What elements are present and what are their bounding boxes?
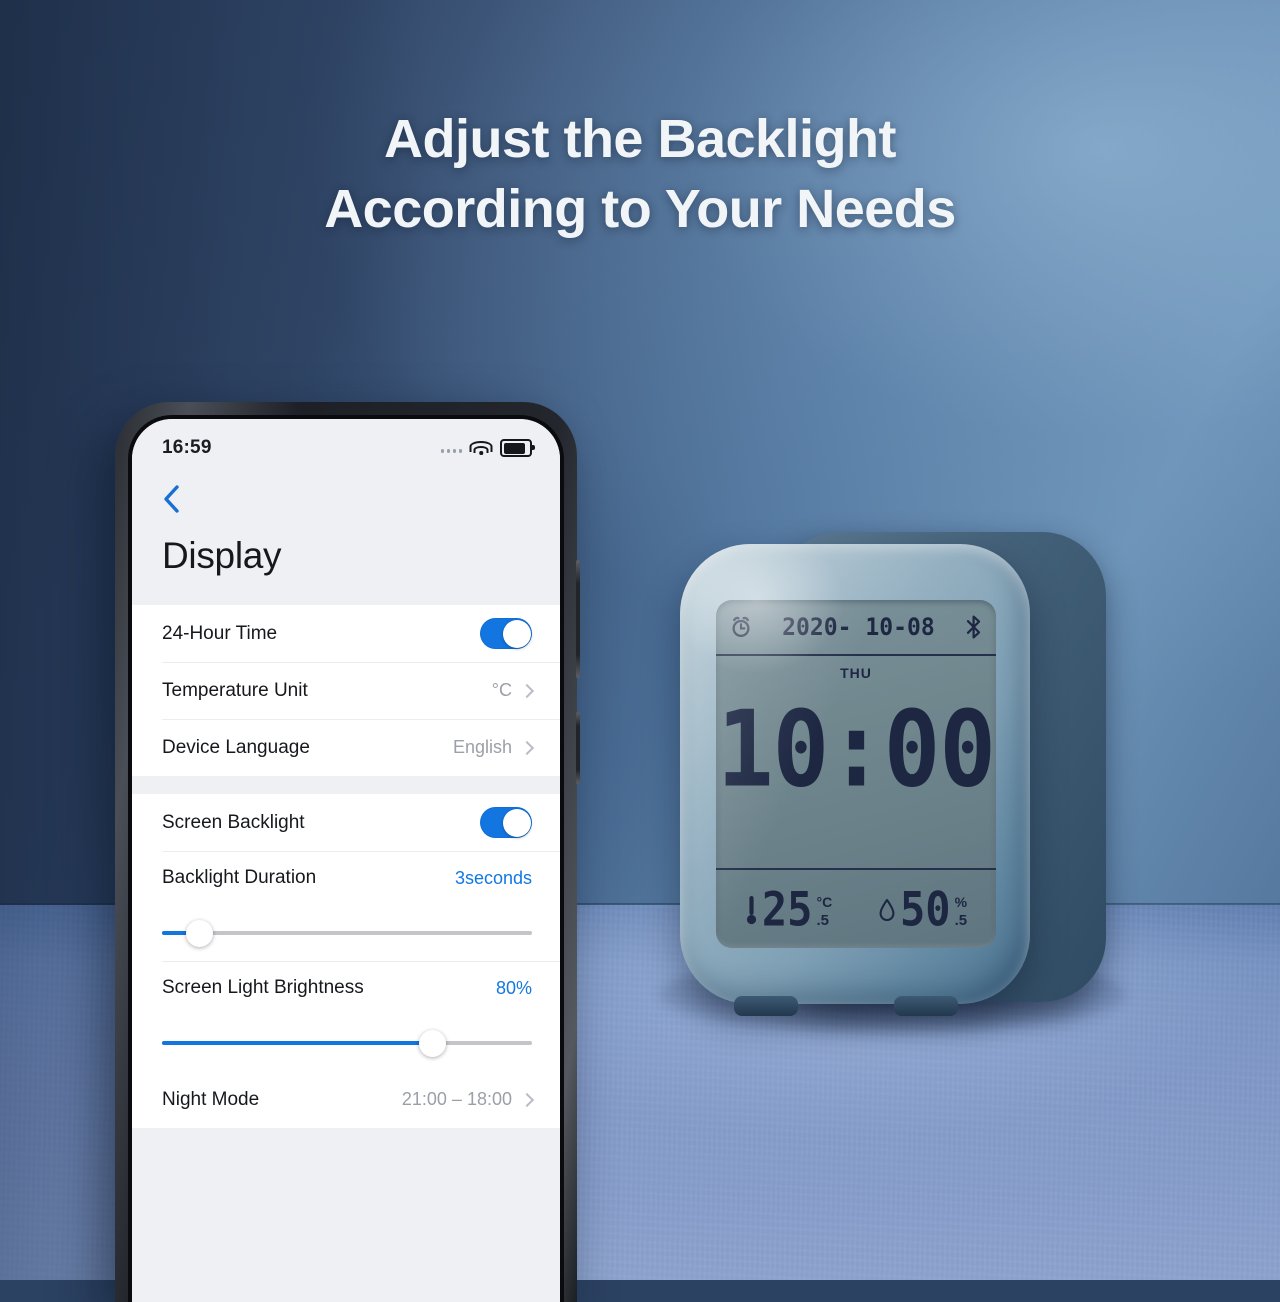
row-value: 80%	[495, 977, 532, 998]
row-label: Screen Light Brightness	[162, 977, 364, 998]
lcd-time: 10:00	[717, 689, 996, 812]
row-24-hour-time[interactable]: 24-Hour Time	[132, 605, 560, 662]
row-screen-backlight[interactable]: Screen Backlight	[132, 794, 560, 851]
phone-device: 16:59 Display 24-Hour Time Temperature U…	[115, 402, 580, 1302]
slider-header: Backlight Duration 3seconds	[162, 851, 532, 905]
water-drop-icon	[878, 897, 896, 923]
status-bar: 16:59	[132, 419, 560, 471]
row-control: 21:00 – 18:00	[401, 1089, 535, 1110]
lcd-top-row: 2020- 10-08	[716, 600, 996, 656]
slider-track	[162, 919, 532, 947]
row-label: 24-Hour Time	[162, 622, 278, 644]
slider-knob[interactable]	[418, 1029, 446, 1057]
phone-volume-button[interactable]	[576, 560, 580, 678]
humidity-readout: 50 % .5	[878, 882, 968, 937]
battery-full-icon	[500, 439, 535, 457]
status-bar-icons	[440, 439, 535, 457]
smart-clock-device: 2020- 10-08 THU 10:00 25 °C .5 50 % .5	[658, 524, 1128, 1036]
humidity-unit: %	[954, 893, 968, 910]
row-device-language[interactable]: Device Language English	[132, 719, 560, 776]
row-value: 3seconds	[454, 867, 532, 888]
row-value: °C	[491, 680, 512, 700]
row-screen-light-brightness: Screen Light Brightness 80%	[132, 961, 560, 1071]
lcd-middle-row: THU 10:00	[716, 656, 996, 868]
temperature-unit: °C	[816, 893, 833, 910]
chevron-right-icon	[519, 683, 535, 698]
row-backlight-duration: Backlight Duration 3seconds	[132, 851, 560, 961]
slider-backlight-duration[interactable]	[162, 905, 532, 961]
row-label: Screen Backlight	[162, 811, 305, 833]
row-label: Device Language	[162, 736, 310, 758]
bluetooth-icon	[964, 614, 983, 640]
slider-track	[162, 1029, 532, 1057]
group-separator	[132, 776, 560, 794]
temperature-decimal: .5	[816, 911, 829, 929]
temperature-value: 25	[761, 882, 813, 937]
lcd-bottom-row: 25 °C .5 50 % .5	[716, 868, 996, 948]
chevron-left-icon	[162, 484, 180, 514]
lcd-screen: 2020- 10-08 THU 10:00 25 °C .5 50 % .5	[716, 600, 996, 948]
row-label: Temperature Unit	[162, 679, 308, 701]
humidity-decimal: .5	[954, 911, 968, 929]
phone-bezel: 16:59 Display 24-Hour Time Temperature U…	[128, 415, 564, 1302]
alarm-clock-icon	[729, 615, 753, 639]
wifi-icon	[469, 440, 493, 456]
signal-dots-icon	[440, 444, 462, 453]
row-value: English	[452, 737, 512, 757]
back-button[interactable]	[132, 477, 220, 521]
row-temperature-unit[interactable]: Temperature Unit °C	[132, 662, 560, 719]
settings-group-1: 24-Hour Time Temperature Unit °C Device …	[132, 605, 560, 776]
lcd-day-of-week: THU	[840, 665, 872, 681]
phone-power-button[interactable]	[576, 712, 580, 784]
slider-screen-light-brightness[interactable]	[162, 1015, 532, 1071]
slider-knob[interactable]	[185, 919, 213, 947]
humidity-value: 50	[899, 882, 951, 937]
page-title: Display	[132, 521, 560, 605]
device-body: 2020- 10-08 THU 10:00 25 °C .5 50 % .5	[680, 544, 1030, 1016]
headline-line-1: Adjust the Backlight	[383, 109, 897, 169]
toggle-screen-backlight[interactable]	[480, 807, 532, 838]
humidity-unit-stack: % .5	[955, 893, 968, 928]
headline-line-2: According to Your Needs	[324, 179, 956, 239]
list-empty-area	[132, 1128, 560, 1302]
row-control	[480, 618, 532, 649]
toggle-24-hour-time[interactable]	[480, 618, 532, 649]
row-label: Backlight Duration	[162, 867, 317, 888]
phone-screen: 16:59 Display 24-Hour Time Temperature U…	[132, 419, 560, 1302]
slider-fill	[162, 1041, 433, 1045]
temperature-unit-stack: °C .5	[816, 893, 832, 928]
thermometer-icon	[745, 893, 758, 927]
row-control	[480, 807, 532, 838]
lcd-date: 2020- 10-08	[782, 613, 935, 641]
nav-bar	[132, 471, 560, 521]
headline: Adjust the Backlight According to Your N…	[0, 104, 1280, 244]
row-night-mode[interactable]: Night Mode 21:00 – 18:00	[132, 1071, 560, 1128]
settings-group-2: Screen Backlight Backlight Duration 3sec…	[132, 794, 560, 1128]
chevron-right-icon	[519, 740, 535, 755]
slider-header: Screen Light Brightness 80%	[162, 961, 532, 1015]
row-control: English	[452, 737, 535, 758]
status-bar-time: 16:59	[162, 437, 212, 458]
row-control: °C	[491, 680, 535, 701]
row-label: Night Mode	[162, 1088, 260, 1110]
chevron-right-icon	[519, 1092, 535, 1107]
device-foot	[894, 996, 958, 1016]
temperature-readout: 25 °C .5	[745, 882, 832, 937]
row-value: 21:00 – 18:00	[401, 1089, 512, 1109]
device-foot	[734, 996, 798, 1016]
